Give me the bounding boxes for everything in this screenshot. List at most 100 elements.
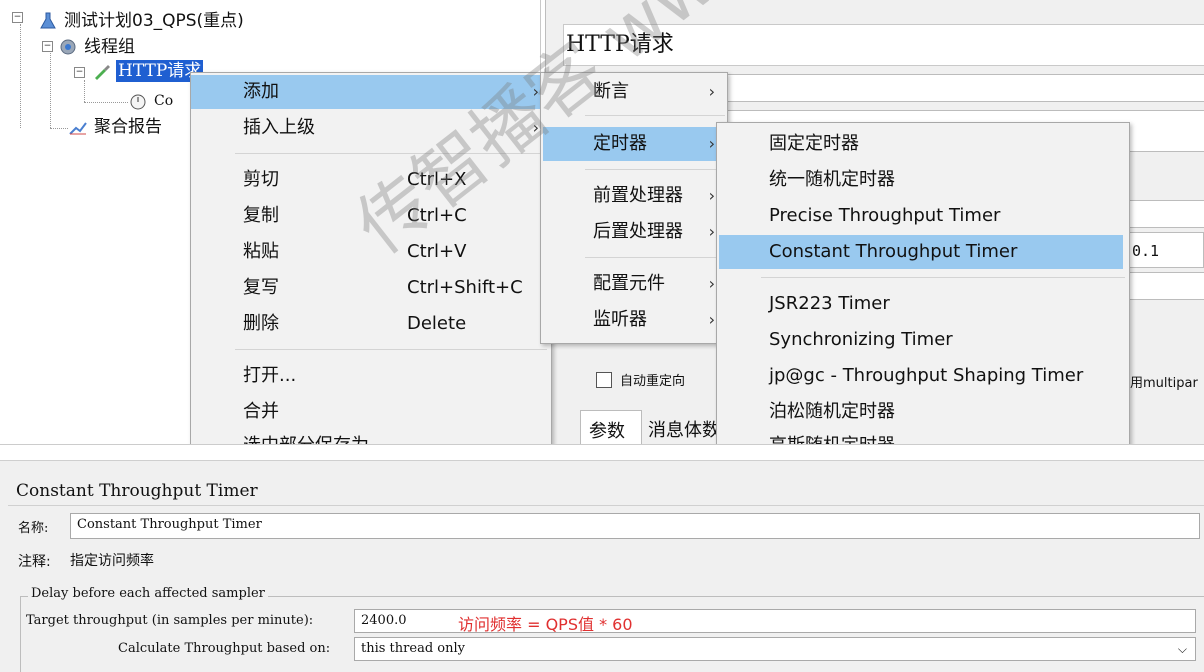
timer-item-throughput-shaping[interactable]: jp@gc - Throughput Shaping Timer (717, 359, 1127, 393)
chevron-right-icon: › (532, 82, 539, 101)
timer-item-gaussian[interactable]: 高斯随机定时器 (717, 429, 1127, 444)
shortcut-label: Delete (407, 313, 467, 334)
jmeter-top-screenshot: − 测试计划03_QPS(重点) − 线程组 − HTTP请求 Co 聚合报告 … (0, 0, 1204, 444)
menu-item-delete[interactable]: 删除 Delete (191, 307, 549, 341)
auto-redirect-label: 自动重定向 (620, 374, 686, 389)
calc-throughput-select[interactable]: this thread only ⌵ (354, 637, 1196, 661)
menu-item-label: 固定定时器 (769, 133, 859, 154)
timer-item-poisson[interactable]: 泊松随机定时器 (717, 395, 1127, 429)
auto-redirect-checkbox[interactable] (596, 372, 612, 388)
menu-item-label: 插入上级 (243, 117, 315, 138)
menu-item-label: 添加 (243, 81, 279, 102)
stopwatch-icon (130, 94, 146, 110)
value-field[interactable]: 0.1 (1128, 232, 1204, 268)
shortcut-label: Ctrl+X (407, 169, 467, 190)
menu-item-label: 选中部分保存为 (243, 429, 369, 444)
timer-item-synchronizing[interactable]: Synchronizing Timer (717, 323, 1127, 357)
add-submenu: 断言 › 定时器 › 前置处理器 › 后置处理器 › 配置元件 › 监听器 › (540, 72, 728, 344)
menu-item-open[interactable]: 打开... (191, 359, 549, 393)
submenu-item-postprocessor[interactable]: 后置处理器 › (541, 215, 725, 249)
chevron-right-icon: › (708, 274, 715, 293)
collapse-toggle[interactable]: − (74, 67, 85, 78)
menu-item-label: 复写 (243, 277, 279, 298)
chevron-right-icon: › (708, 82, 715, 101)
submenu-item-assertion[interactable]: 断言 › (541, 75, 725, 109)
name-input[interactable]: Constant Throughput Timer (70, 513, 1200, 539)
target-throughput-value: 2400.0 (361, 613, 407, 628)
menu-item-label: 删除 (243, 313, 279, 334)
menu-item-label: 断言 (593, 81, 629, 102)
menu-item-merge[interactable]: 合并 (191, 395, 549, 429)
tree-item-label: 测试计划03_QPS(重点) (64, 11, 244, 31)
menu-item-label: 泊松随机定时器 (769, 401, 895, 422)
menu-item-label: 定时器 (593, 133, 647, 154)
name-field[interactable] (722, 74, 1204, 102)
menu-item-paste[interactable]: 粘贴 Ctrl+V (191, 235, 549, 269)
timer-item-precise-throughput[interactable]: Precise Throughput Timer (717, 199, 1127, 233)
menu-item-cut[interactable]: 剪切 Ctrl+X (191, 163, 549, 197)
tree-item-test-plan[interactable]: 测试计划03_QPS(重点) (38, 10, 246, 32)
shortcut-label: Ctrl+Shift+C (407, 277, 523, 298)
flask-icon (40, 12, 56, 29)
tree-item-label: 线程组 (84, 37, 135, 57)
menu-item-insert-parent[interactable]: 插入上级 › (191, 111, 549, 145)
screenshot-divider (0, 444, 1204, 459)
timer-item-constant[interactable]: 固定定时器 (717, 127, 1127, 161)
tree-item-timer[interactable]: Co (128, 90, 175, 112)
value-text: 0.1 (1132, 242, 1160, 260)
panel-title: HTTP请求 (566, 32, 674, 57)
timer-item-uniform-random[interactable]: 统一随机定时器 (717, 163, 1127, 197)
pipette-icon (95, 65, 110, 80)
menu-item-label: 前置处理器 (593, 185, 683, 206)
comment-value[interactable]: 指定访问频率 (70, 550, 154, 570)
chevron-right-icon: › (708, 134, 715, 153)
chevron-right-icon: › (708, 310, 715, 329)
submenu-item-listener[interactable]: 监听器 › (541, 303, 725, 337)
menu-item-duplicate[interactable]: 复写 Ctrl+Shift+C (191, 271, 549, 305)
tree-item-http-request[interactable]: HTTP请求 (92, 60, 204, 82)
port-field[interactable] (1128, 272, 1204, 300)
divider (8, 505, 1204, 506)
tab-body[interactable]: 消息体数 (648, 416, 720, 442)
comment-label: 注释: (18, 554, 51, 570)
menu-item-label: 复制 (243, 205, 279, 226)
name-value: Constant Throughput Timer (77, 517, 262, 532)
timer-item-jsr223[interactable]: JSR223 Timer (717, 287, 1127, 321)
tab-label: 参数 (589, 421, 625, 442)
chevron-right-icon: › (532, 118, 539, 137)
collapse-toggle[interactable]: − (12, 12, 23, 23)
menu-item-label: 粘贴 (243, 241, 279, 262)
multipart-label: 用multipar (1130, 376, 1198, 391)
menu-separator (585, 257, 725, 258)
menu-item-label: 高斯随机定时器 (769, 429, 895, 444)
calc-throughput-label: Calculate Throughput based on: (118, 641, 331, 656)
menu-separator (761, 277, 1125, 278)
chevron-down-icon: ⌵ (1177, 642, 1187, 656)
submenu-item-timer[interactable]: 定时器 › (543, 127, 725, 161)
tab-params[interactable]: 参数 (580, 410, 642, 444)
tree-item-label: Co (154, 93, 174, 109)
collapse-toggle[interactable]: − (42, 41, 53, 52)
panel-title: Constant Throughput Timer (16, 481, 258, 501)
menu-item-copy[interactable]: 复制 Ctrl+C (191, 199, 549, 233)
tree-item-aggregate-report[interactable]: 聚合报告 (68, 116, 164, 138)
submenu-item-preprocessor[interactable]: 前置处理器 › (541, 179, 725, 213)
menu-separator (585, 115, 725, 116)
gear-icon (60, 39, 76, 55)
menu-item-label: 打开... (243, 365, 297, 386)
tree-item-thread-group[interactable]: 线程组 (58, 36, 137, 58)
shortcut-label: Ctrl+V (407, 241, 467, 262)
timer-config-panel: Constant Throughput Timer 名称: Constant T… (0, 460, 1204, 672)
timer-submenu: 固定定时器 统一随机定时器 Precise Throughput Timer C… (716, 122, 1130, 444)
menu-item-add[interactable]: 添加 › (191, 75, 549, 109)
shortcut-label: Ctrl+C (407, 205, 467, 226)
chart-icon (69, 122, 87, 135)
menu-item-label: 剪切 (243, 169, 279, 190)
submenu-item-config[interactable]: 配置元件 › (541, 267, 725, 301)
server-field[interactable] (1128, 200, 1204, 228)
menu-item-label: 统一随机定时器 (769, 169, 895, 190)
timer-item-constant-throughput[interactable]: Constant Throughput Timer (719, 235, 1123, 269)
menu-item-save-selection[interactable]: 选中部分保存为 (191, 429, 549, 444)
qps-annotation: 访问频率 = QPS值 * 60 (458, 615, 633, 634)
menu-item-label: JSR223 Timer (769, 293, 890, 314)
